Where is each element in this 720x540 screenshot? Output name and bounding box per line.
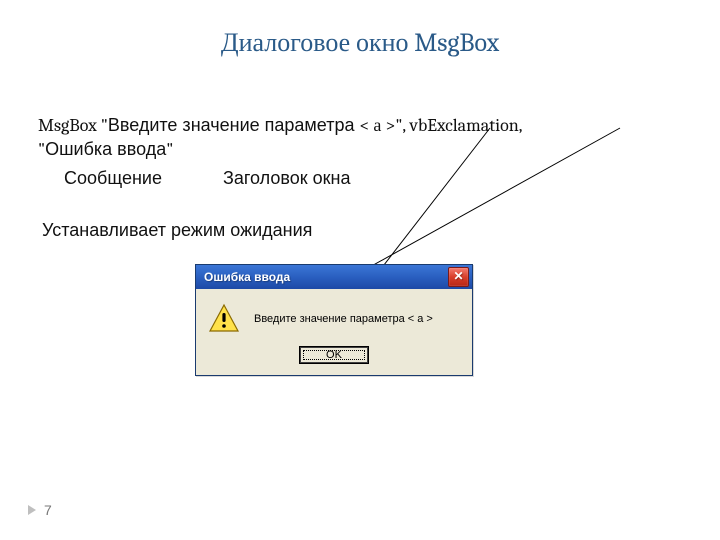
msgbox-titlebar[interactable]: Ошибка ввода ✕ [196, 265, 472, 289]
code-after: ", [395, 115, 409, 136]
code-fn: MsgBox [38, 115, 97, 136]
label-wait-mode: Устанавливает режим ожидания [42, 220, 312, 241]
code-line: MsgBox "Введите значение параметра < а >… [38, 114, 700, 161]
label-message: Сообщение [64, 168, 162, 189]
code-tq2: " [166, 139, 173, 160]
msgbox-text: Введите значение параметра < a > [254, 313, 433, 325]
msgbox-body: Введите значение параметра < a > [196, 289, 472, 339]
close-icon: ✕ [453, 269, 463, 283]
code-msg: Введите значение параметра [108, 115, 360, 135]
slide: Диалоговое окно MsgBox MsgBox "Введите з… [0, 0, 720, 540]
code-q1: " [97, 115, 108, 136]
ok-button[interactable]: OK [300, 347, 368, 363]
slide-title: Диалоговое окно MsgBox [0, 28, 720, 58]
code-title: Ошибка ввода [45, 139, 166, 159]
close-button[interactable]: ✕ [448, 267, 469, 287]
page-number: 7 [44, 502, 52, 518]
code-flag: vbExclamation [410, 115, 519, 136]
page-marker: 7 [26, 502, 52, 518]
msgbox-title-text: Ошибка ввода [204, 270, 290, 284]
exclamation-icon [208, 303, 240, 335]
code-sep: , [519, 115, 523, 136]
ok-button-label: OK [326, 349, 342, 361]
chevron-right-icon [26, 504, 38, 516]
msgbox-buttons: OK [196, 339, 472, 375]
code-param: < а > [359, 115, 395, 136]
label-window-title: Заголовок окна [223, 168, 350, 189]
msgbox-window: Ошибка ввода ✕ Введите значение параметр… [195, 264, 473, 376]
arg-labels: Сообщение Заголовок окна [38, 168, 350, 189]
